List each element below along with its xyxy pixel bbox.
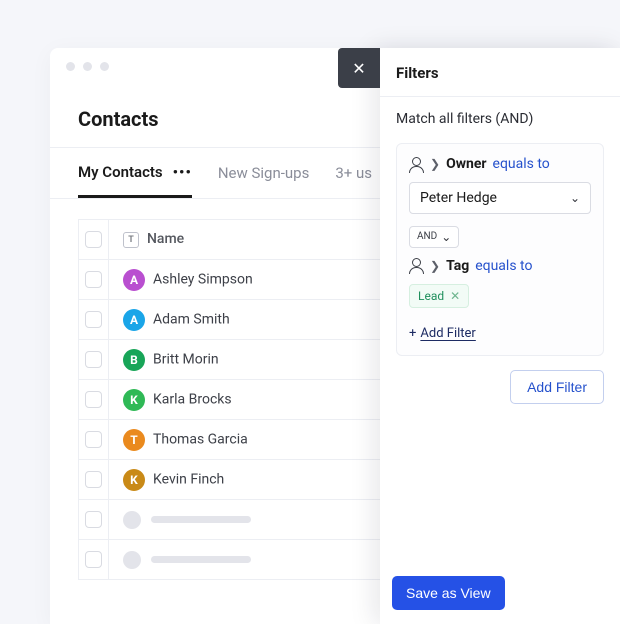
avatar: B [123,349,145,371]
add-filter-link-label: Add Filter [420,326,475,341]
contact-name: Thomas Garcia [153,431,248,447]
match-mode-text[interactable]: Match all filters (AND) [396,111,604,127]
skeleton-bar [151,516,251,523]
contact-name: Britt Morin [153,351,219,367]
avatar: K [123,469,145,491]
row-checkbox[interactable] [85,511,102,528]
window-dot [83,62,92,71]
filter-row-owner: ❯ Owner equals to [409,156,591,172]
row-checkbox[interactable] [85,471,102,488]
row-checkbox[interactable] [85,271,102,288]
row-checkbox[interactable] [85,311,102,328]
joiner-label: AND [417,231,437,242]
avatar: A [123,269,145,291]
chevron-down-icon: ⌄ [441,230,451,244]
contact-name: Kevin Finch [153,471,224,487]
column-name[interactable]: T Name [109,220,398,260]
tab-3plus[interactable]: 3+ us [335,148,372,198]
skeleton-bar [151,556,251,563]
select-all-cell [79,220,109,260]
filter-row-tag: ❯ Tag equals to [409,258,591,274]
filter-field-label: Owner [446,156,486,172]
contact-name: Karla Brocks [153,391,232,407]
filter-operator[interactable]: equals to [475,258,532,274]
filter-operator[interactable]: equals to [493,156,550,172]
tab-menu-icon[interactable]: ••• [173,163,192,181]
contact-name: Ashley Simpson [153,271,253,287]
tab-label: My Contacts [78,163,163,181]
tab-my-contacts[interactable]: My Contacts ••• [78,148,192,198]
person-icon [409,258,424,273]
text-column-icon: T [123,232,139,248]
owner-select[interactable]: Peter Hedge ⌄ [409,182,591,214]
tab-label: New Sign-ups [218,164,310,182]
owner-value: Peter Hedge [420,190,497,206]
close-button[interactable]: ✕ [338,48,380,88]
add-filter-link[interactable]: +Add Filter [409,326,476,341]
skeleton-avatar [123,551,141,569]
row-checkbox[interactable] [85,391,102,408]
remove-tag-icon[interactable]: ✕ [450,289,460,303]
chevron-right-icon: ❯ [430,157,440,171]
chevron-right-icon: ❯ [430,259,440,273]
contact-name: Adam Smith [153,311,230,327]
avatar: A [123,309,145,331]
chevron-down-icon: ⌄ [570,191,580,205]
filter-group: ❯ Owner equals to Peter Hedge ⌄ AND ⌄ ❯ … [396,143,604,356]
filters-title: Filters [396,64,604,82]
close-icon: ✕ [352,59,365,78]
column-name-label: Name [147,231,184,247]
filter-joiner[interactable]: AND ⌄ [409,226,459,248]
save-as-view-button[interactable]: Save as View [392,576,505,610]
tag-chip[interactable]: Lead ✕ [409,284,469,308]
filter-field-label: Tag [446,258,469,274]
tab-label: 3+ us [335,164,372,182]
row-checkbox[interactable] [85,551,102,568]
row-checkbox[interactable] [85,431,102,448]
avatar: T [123,429,145,451]
window-dot [66,62,75,71]
person-icon [409,157,424,172]
select-all-checkbox[interactable] [85,231,102,248]
add-filter-button[interactable]: Add Filter [510,370,604,404]
tab-new-signups[interactable]: New Sign-ups [218,148,310,198]
window-dot [100,62,109,71]
row-checkbox[interactable] [85,351,102,368]
filters-panel: ✕ Filters Match all filters (AND) ❯ Owne… [380,48,620,624]
avatar: K [123,389,145,411]
tag-label: Lead [418,289,444,303]
divider [380,96,620,97]
skeleton-avatar [123,511,141,529]
